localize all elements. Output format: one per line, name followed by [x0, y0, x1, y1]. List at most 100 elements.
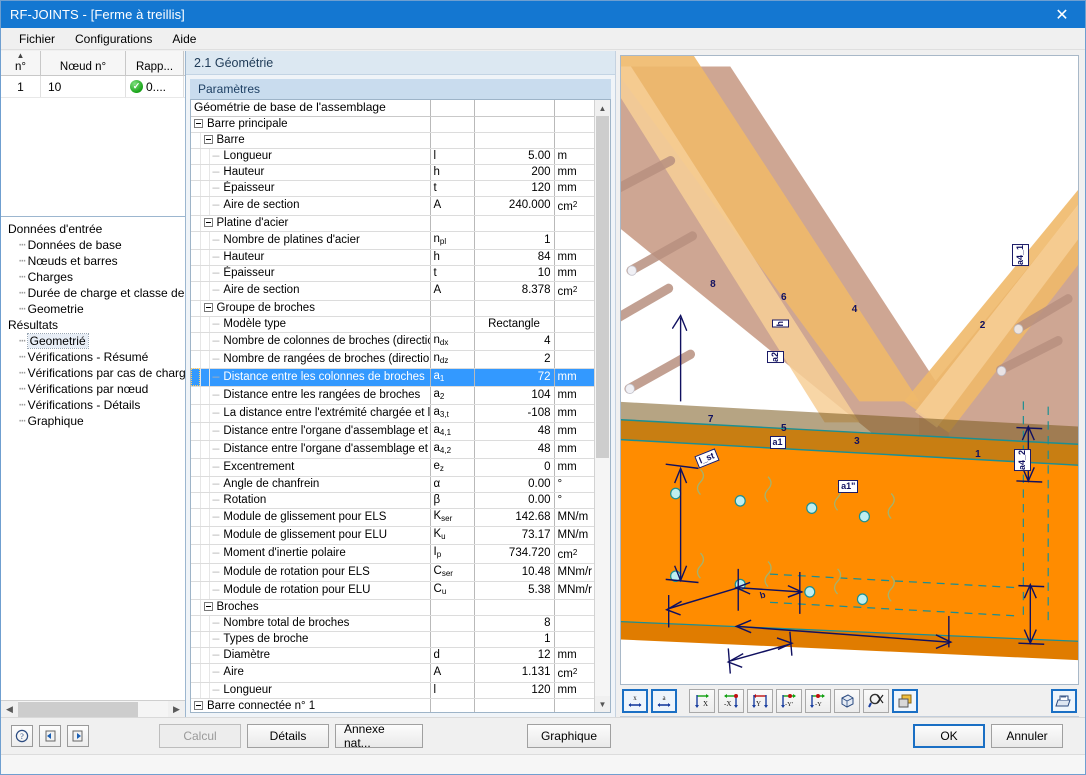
parameter-value[interactable]: [474, 300, 555, 317]
sidebar-item-duree-de-charge[interactable]: ⋯ Durée de charge et classe de s: [5, 285, 185, 301]
scroll-right-icon[interactable]: ▶: [168, 700, 185, 718]
parameter-row[interactable]: — Longueur l 120 mm: [191, 682, 594, 699]
parameter-group-row[interactable]: Barre principale: [191, 116, 594, 133]
vscroll-track[interactable]: [595, 116, 610, 696]
parameter-row[interactable]: — Moment d'inertie polaire Ip 734.720 cm2: [191, 544, 594, 564]
view-minus-y-prime-icon[interactable]: -Y': [776, 688, 802, 713]
menu-item-aide[interactable]: Aide: [162, 29, 206, 49]
parameter-value[interactable]: 5.38: [474, 581, 555, 600]
view-x-icon[interactable]: X: [689, 688, 715, 713]
left-panel-horizontal-scrollbar[interactable]: ◀ ▶: [1, 700, 185, 718]
show-dimension-x-icon[interactable]: x: [622, 688, 648, 713]
view-minus-x-icon[interactable]: -X: [718, 688, 744, 713]
view-minus-y-icon[interactable]: -Y: [805, 688, 831, 713]
annexe-nat-button[interactable]: Annexe nat...: [335, 722, 423, 750]
parameter-value[interactable]: [474, 599, 555, 616]
parameter-value[interactable]: 84: [474, 249, 555, 266]
parameter-row[interactable]: — Aire de section A 240.000 cm2: [191, 196, 594, 216]
3d-viewport[interactable]: h a2 a4_1 a4_2 a1 a1" l_st b 8 6 4 2 7 5…: [620, 55, 1079, 685]
parameter-value[interactable]: 0.00: [474, 492, 555, 509]
parameter-value[interactable]: 104: [474, 386, 555, 405]
parameter-value[interactable]: 120: [474, 180, 555, 197]
parameter-row[interactable]: — Nombre de platines d'acier npl 1: [191, 231, 594, 250]
parameter-value[interactable]: 8.378: [474, 281, 555, 301]
parameter-value[interactable]: 1.131: [474, 663, 555, 683]
sidebar-item-verifications-details[interactable]: ⋯ Vérifications - Détails: [5, 397, 185, 413]
collapse-toggle-icon[interactable]: [203, 601, 213, 611]
parameter-row[interactable]: — Distance entre l'organe d'assemblage et…: [191, 440, 594, 459]
node-grid-col-n[interactable]: ▲ n°: [1, 51, 41, 75]
parameter-row[interactable]: — Module de glissement pour ELU Ku 73.17 MN/…: [191, 526, 594, 545]
next-page-button[interactable]: [67, 725, 89, 747]
parameter-value[interactable]: 48: [474, 440, 555, 459]
tree-group-resultats[interactable]: Résultats: [5, 317, 185, 333]
parameter-value[interactable]: [474, 215, 555, 232]
parameter-value[interactable]: 142.68: [474, 508, 555, 527]
collapse-toggle-icon[interactable]: [194, 118, 203, 128]
collapse-toggle-icon[interactable]: [203, 217, 213, 227]
parameter-value[interactable]: 4: [474, 332, 555, 351]
parameter-row[interactable]: — Module de rotation pour ELU Cu 5.38 MNm/r: [191, 581, 594, 600]
parameter-row[interactable]: — Hauteur h 84 mm: [191, 249, 594, 266]
parameter-row[interactable]: — Distance entre les rangées de broches a2…: [191, 386, 594, 405]
parameter-row[interactable]: — Angle de chanfrein α 0.00 °: [191, 476, 594, 493]
parameter-row[interactable]: — Aire de section A 8.378 cm2: [191, 281, 594, 301]
parameter-value[interactable]: [474, 132, 555, 149]
parameter-value[interactable]: 73.17: [474, 526, 555, 545]
parameter-row[interactable]: — Types de broche 1: [191, 631, 594, 648]
menu-item-configurations[interactable]: Configurations: [65, 29, 162, 49]
parameter-value[interactable]: [474, 698, 555, 712]
show-dimension-a-icon[interactable]: a: [651, 688, 677, 713]
menu-item-fichier[interactable]: Fichier: [9, 29, 65, 49]
help-button[interactable]: ?: [11, 725, 33, 747]
collapse-toggle-icon[interactable]: [194, 700, 203, 710]
parameter-value[interactable]: 72: [474, 368, 555, 387]
parameter-group-row[interactable]: Barre: [191, 132, 594, 149]
parameter-row[interactable]: — Modèle type Rectangle: [191, 316, 594, 333]
collapse-toggle-icon[interactable]: [203, 134, 213, 144]
node-grid-col-rapport[interactable]: Rapp...: [126, 51, 184, 75]
node-grid-col-noeud[interactable]: Nœud n°: [41, 51, 126, 75]
tree-group-donnees-entree[interactable]: Données d'entrée: [5, 221, 185, 237]
parameter-value[interactable]: 1: [474, 631, 555, 648]
parameter-group-row[interactable]: Platine d'acier: [191, 215, 594, 232]
parameter-value[interactable]: Rectangle: [474, 316, 555, 333]
render-mode-icon[interactable]: [892, 688, 918, 713]
parameter-row[interactable]: — Longueur l 5.00 m: [191, 148, 594, 165]
sidebar-item-verifications-cas-charge[interactable]: ⋯ Vérifications par cas de charge: [5, 365, 185, 381]
graphique-button[interactable]: Graphique: [527, 724, 611, 748]
parameter-group-row[interactable]: Broches: [191, 599, 594, 616]
parameter-value[interactable]: 200: [474, 164, 555, 181]
calcul-button[interactable]: Calcul: [159, 724, 241, 748]
cancel-button[interactable]: Annuler: [991, 724, 1063, 748]
table-row[interactable]: 1 10 ✓ 0....: [1, 76, 185, 98]
parameter-row[interactable]: — Rotation β 0.00 °: [191, 492, 594, 509]
parameter-row[interactable]: — Distance entre les colonnes de broches a…: [191, 368, 594, 387]
close-icon[interactable]: ✕: [1039, 1, 1085, 28]
parameter-row[interactable]: — Diamètre d 12 mm: [191, 647, 594, 664]
collapse-toggle-icon[interactable]: [203, 302, 213, 312]
parameter-row[interactable]: — Nombre de colonnes de broches (directio…: [191, 332, 594, 351]
parameter-group-row[interactable]: Barre connectée n° 1: [191, 698, 594, 712]
parameters-vertical-scrollbar[interactable]: ▲ ▼: [594, 100, 610, 712]
print-icon[interactable]: [1051, 688, 1077, 713]
parameter-value[interactable]: 12: [474, 647, 555, 664]
sidebar-item-verifications-par-noeud[interactable]: ⋯ Vérifications par nœud: [5, 381, 185, 397]
parameter-row[interactable]: — Hauteur h 200 mm: [191, 164, 594, 181]
sidebar-item-verifications-resume[interactable]: ⋯ Vérifications - Résumé: [5, 349, 185, 365]
parameter-value[interactable]: 240.000: [474, 196, 555, 216]
parameter-value[interactable]: 8: [474, 615, 555, 632]
view-y-icon[interactable]: Y: [747, 688, 773, 713]
parameter-value[interactable]: -108: [474, 404, 555, 423]
hscroll-thumb[interactable]: [18, 701, 138, 717]
zoom-reset-icon[interactable]: [863, 688, 889, 713]
parameter-row[interactable]: — Distance entre l'organe d'assemblage et…: [191, 422, 594, 441]
parameter-row[interactable]: — Nombre de rangées de broches (direction…: [191, 350, 594, 369]
parameter-value[interactable]: [474, 116, 555, 133]
parameter-value[interactable]: 2: [474, 350, 555, 369]
sidebar-item-geometrie-entree[interactable]: ⋯ Geometrie: [5, 301, 185, 317]
parameter-row[interactable]: — Épaisseur t 10 mm: [191, 265, 594, 282]
parameter-row[interactable]: — Aire A 1.131 cm2: [191, 663, 594, 683]
parameter-row[interactable]: — Module de glissement pour ELS Kser 142.68…: [191, 508, 594, 527]
sidebar-item-noeuds-et-barres[interactable]: ⋯ Nœuds et barres: [5, 253, 185, 269]
